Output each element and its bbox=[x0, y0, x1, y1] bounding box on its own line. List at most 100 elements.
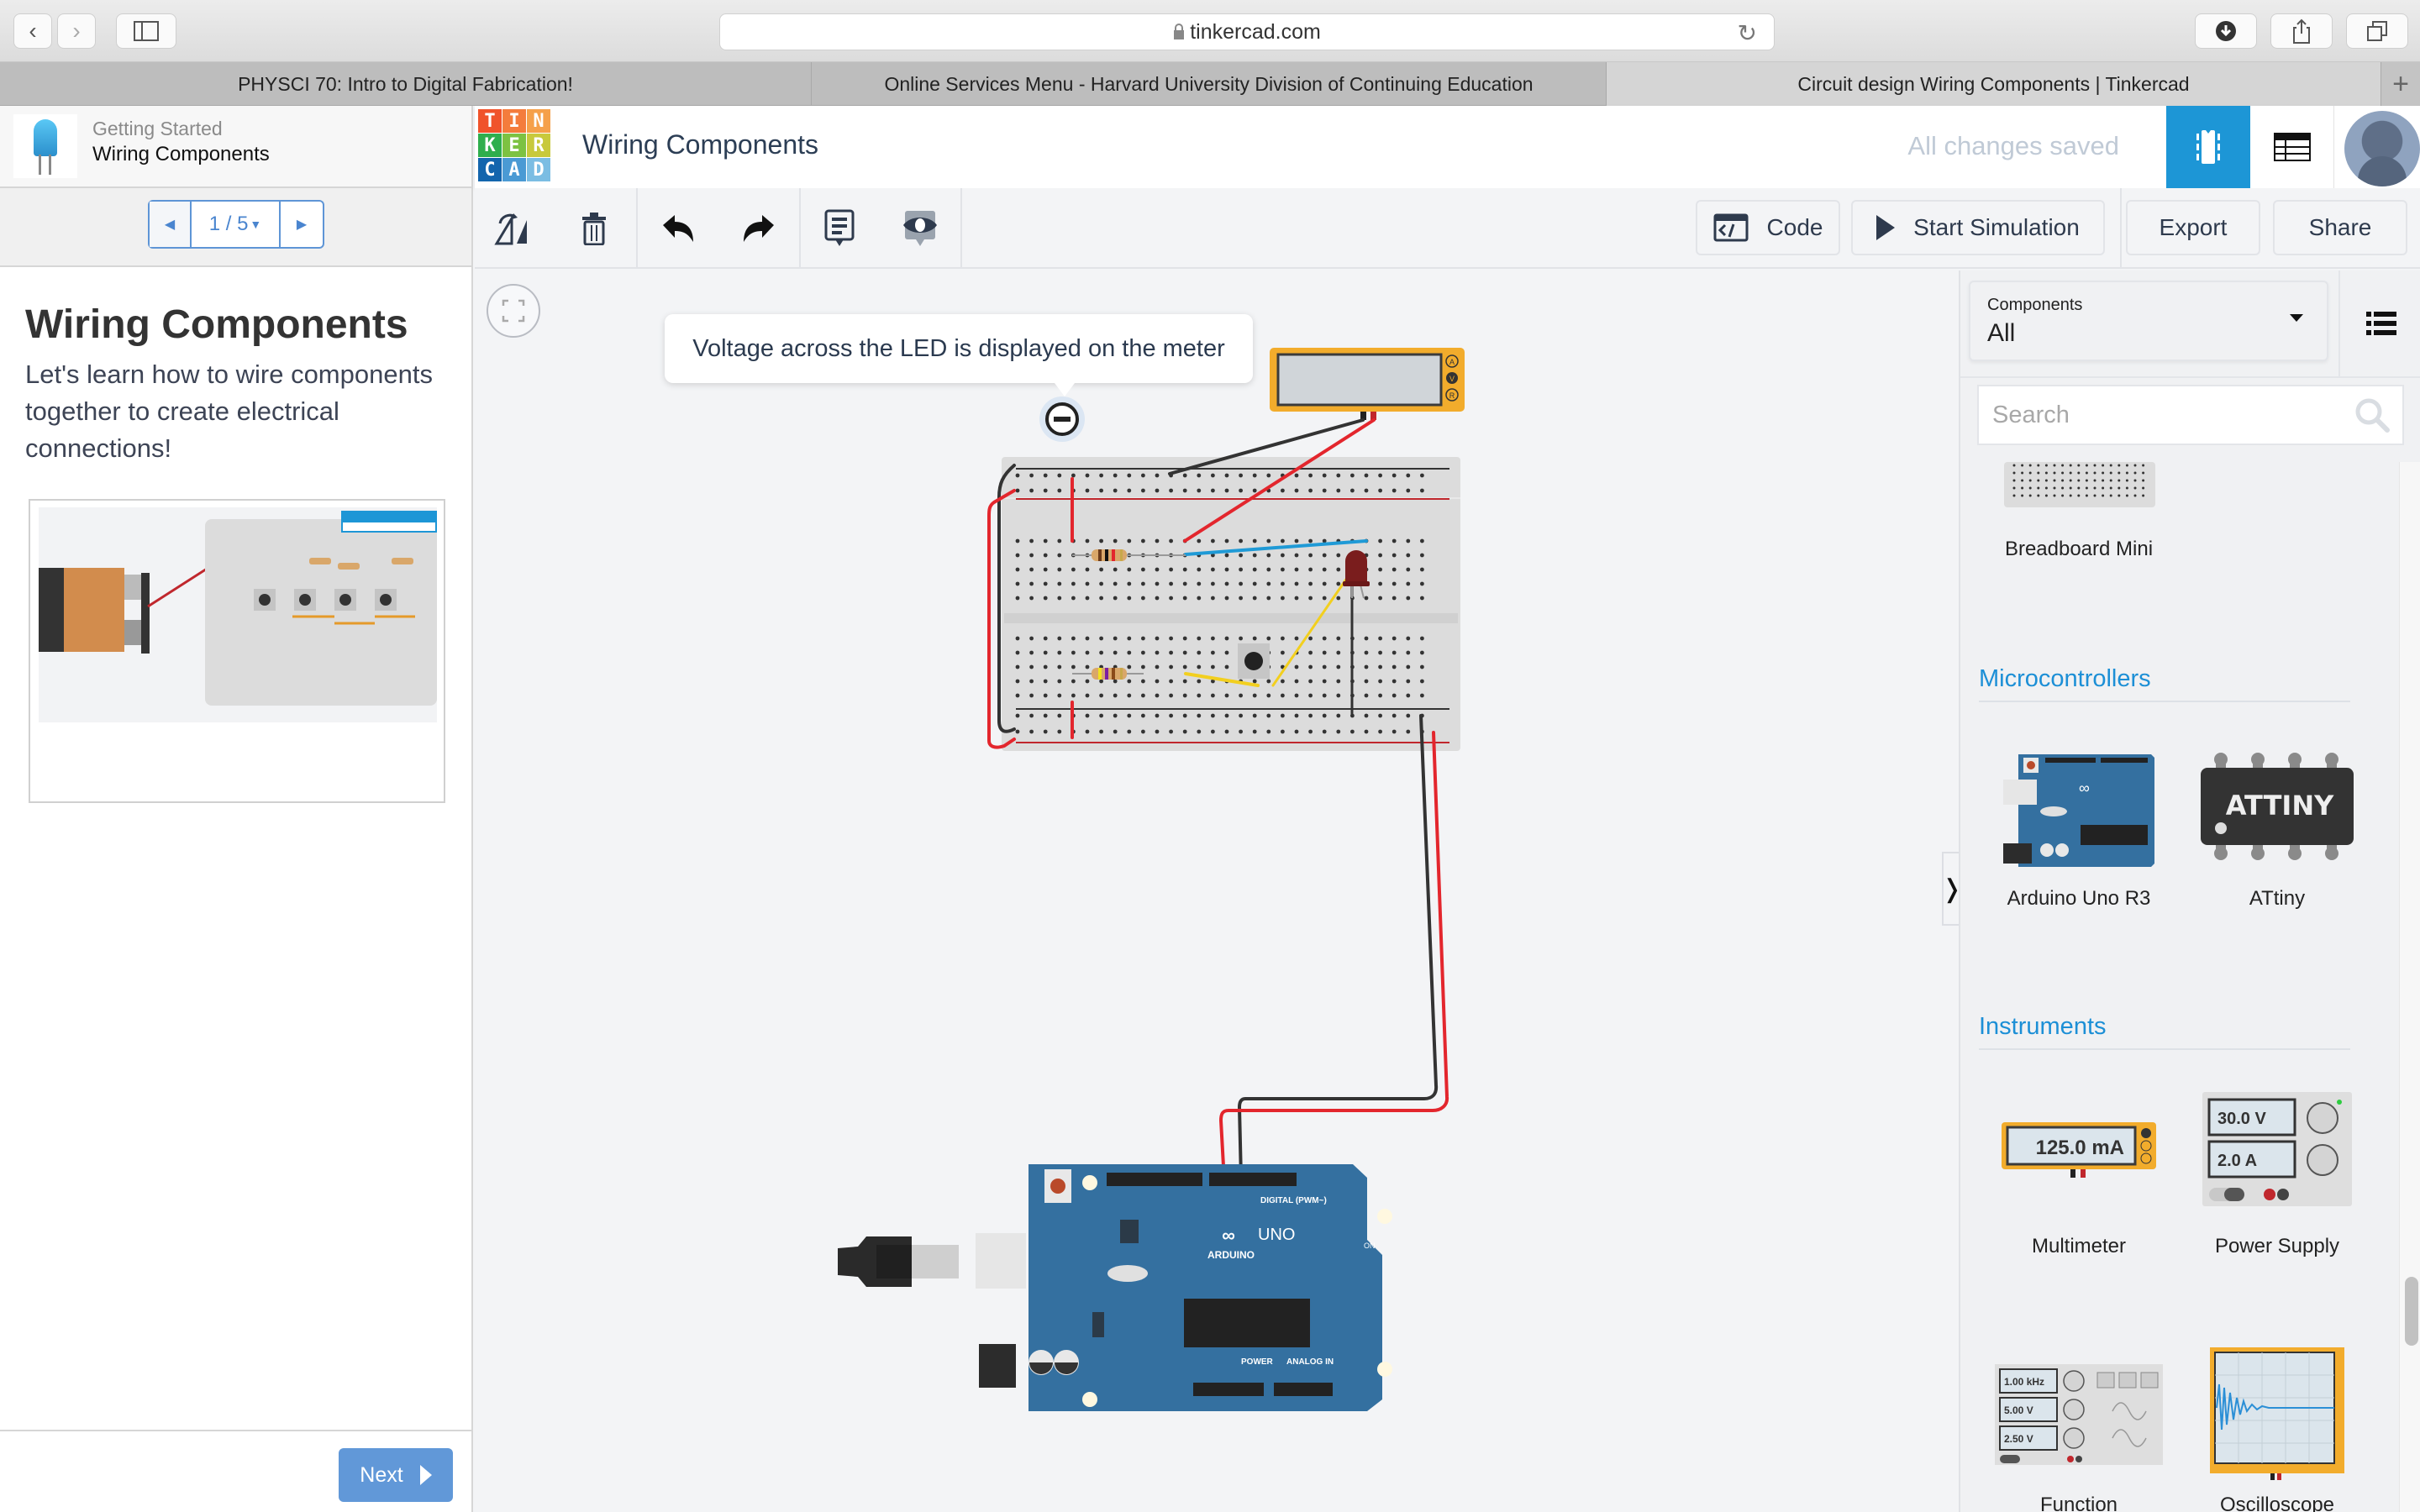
component-arduino-uno[interactable]: ∞ Arduino Uno R3 bbox=[1982, 722, 2175, 910]
step-select[interactable]: 1 / 5 ▼ bbox=[192, 202, 281, 247]
tabs-icon bbox=[2367, 21, 2387, 41]
share-button[interactable]: Share bbox=[2273, 200, 2407, 255]
lesson-heading: Wiring Components bbox=[25, 302, 408, 347]
minus-icon bbox=[1054, 417, 1071, 422]
breadboard[interactable] bbox=[1002, 457, 1460, 751]
panel-scrollbar[interactable] bbox=[2399, 462, 2420, 1512]
export-button[interactable]: Export bbox=[2126, 200, 2260, 255]
component-power-supply[interactable]: 30.0 V 2.0 A Power Supply bbox=[2181, 1070, 2374, 1257]
reload-icon[interactable]: ↻ bbox=[1738, 19, 1757, 47]
arduino-uno-component[interactable]: ∞ ARDUINO UNO DIGITAL (PWM~) POWER ANALO… bbox=[838, 1164, 1392, 1411]
component-search[interactable] bbox=[1977, 385, 2404, 445]
list-view-toggle[interactable] bbox=[2338, 270, 2420, 376]
component-list-view-button[interactable] bbox=[2250, 106, 2334, 188]
components-panel: Components All Breadboard Mini Microcont… bbox=[1959, 270, 2420, 1512]
multimeter-thumb: 125.0 mA bbox=[2002, 1122, 2156, 1178]
component-function-generator[interactable]: 1.00 kHz 5.00 V 2.50 V Function bbox=[1982, 1346, 2175, 1512]
design-title[interactable]: Wiring Components bbox=[582, 129, 818, 160]
led-thumbnail bbox=[13, 114, 77, 178]
battery-breadboard-illustration: /* dots drawn below */ bbox=[39, 511, 437, 706]
next-step-button[interactable]: ▶ bbox=[281, 202, 323, 247]
component-multimeter[interactable]: 125.0 mA Multimeter bbox=[1982, 1070, 2175, 1257]
attiny-chip-text: ATTINY bbox=[2226, 790, 2334, 822]
logo-letter: E bbox=[502, 134, 526, 157]
redo-button[interactable] bbox=[737, 207, 781, 250]
fg-offset: 2.50 V bbox=[2004, 1433, 2033, 1445]
chevron-left-icon: ‹ bbox=[29, 18, 37, 44]
url-text: tinkercad.com bbox=[1190, 19, 1321, 44]
analog-label: ANALOG IN bbox=[1286, 1357, 1334, 1367]
sidebar-toggle-button[interactable] bbox=[116, 13, 176, 49]
chip-icon bbox=[2196, 130, 2220, 164]
rotate-icon bbox=[494, 213, 527, 245]
caret-right-icon bbox=[419, 1465, 432, 1485]
circuit-view-button[interactable] bbox=[2166, 106, 2250, 188]
section-instruments: Instruments bbox=[1979, 1013, 2107, 1040]
sidebar-icon bbox=[134, 21, 159, 41]
browser-tab[interactable]: Online Services Menu - Harvard Universit… bbox=[812, 62, 1607, 106]
fg-amplitude: 5.00 V bbox=[2004, 1404, 2033, 1416]
function-generator-thumb: 1.00 kHz 5.00 V 2.50 V bbox=[1995, 1364, 2163, 1465]
caret-right-icon: ▶ bbox=[296, 218, 308, 232]
lesson-text: Let's learn how to wire components toget… bbox=[25, 360, 433, 463]
component-attiny[interactable]: ATTINY ATtiny bbox=[2181, 722, 2374, 910]
tab-label: Online Services Menu - Harvard Universit… bbox=[884, 72, 1534, 95]
tab-label: Circuit design Wiring Components | Tinke… bbox=[1797, 72, 2190, 95]
oscilloscope-thumb bbox=[2210, 1347, 2344, 1480]
eye-note-icon bbox=[903, 211, 937, 246]
downloads-button[interactable] bbox=[2195, 13, 2257, 49]
start-simulation-button[interactable]: Start Simulation bbox=[1851, 200, 2105, 255]
forward-button[interactable]: › bbox=[57, 13, 96, 49]
arduino-brand: ARDUINO bbox=[1207, 1249, 1255, 1261]
prev-step-button[interactable]: ◀ bbox=[150, 202, 192, 247]
share-page-button[interactable] bbox=[2270, 13, 2333, 49]
breadboard-mini-thumb bbox=[2004, 462, 2155, 507]
notes-button[interactable] bbox=[818, 207, 861, 250]
power-label: POWER bbox=[1241, 1357, 1274, 1367]
attiny-thumb: ATTINY bbox=[2201, 753, 2354, 860]
multimeter-component[interactable]: A V R bbox=[1270, 348, 1465, 420]
logo-letter: N bbox=[527, 109, 550, 133]
mode-r[interactable]: R bbox=[1449, 391, 1455, 400]
address-bar[interactable]: tinkercad.com ↻ bbox=[719, 13, 1775, 50]
redo-icon bbox=[744, 215, 774, 242]
undo-icon bbox=[663, 215, 693, 242]
tinkercad-logo[interactable]: TIN KER CAD bbox=[478, 109, 550, 181]
toggle-notes-button[interactable] bbox=[898, 207, 942, 250]
tooltip-anchor-marker[interactable] bbox=[1039, 396, 1085, 442]
scrollbar-thumb[interactable] bbox=[2405, 1277, 2418, 1346]
mode-a[interactable]: A bbox=[1449, 358, 1455, 366]
svg-text:∞: ∞ bbox=[2079, 780, 2090, 796]
collapse-panel-button[interactable]: ❭ bbox=[1941, 852, 1959, 926]
trash-icon bbox=[582, 213, 606, 245]
search-input[interactable] bbox=[1992, 401, 2345, 429]
select-label: Components bbox=[1987, 296, 2083, 314]
component-breadboard-mini[interactable]: Breadboard Mini bbox=[1982, 462, 2175, 571]
browser-tab[interactable]: PHYSCI 70: Intro to Digital Fabrication! bbox=[0, 62, 812, 106]
ps-current: 2.0 A bbox=[2217, 1152, 2257, 1170]
user-avatar[interactable] bbox=[2344, 111, 2420, 186]
next-button[interactable]: Next bbox=[339, 1448, 453, 1502]
lock-icon bbox=[1174, 24, 1185, 39]
browser-tab-active[interactable]: Circuit design Wiring Components | Tinke… bbox=[1607, 62, 2381, 106]
chevron-right-icon: ❭ bbox=[1941, 874, 1959, 904]
new-tab-button[interactable]: + bbox=[2381, 62, 2420, 106]
lesson-name: Wiring Components bbox=[92, 143, 270, 165]
tabs-overview-button[interactable] bbox=[2346, 13, 2408, 49]
export-label: Export bbox=[2159, 214, 2228, 240]
svg-text:∞: ∞ bbox=[1222, 1225, 1235, 1246]
rotate-button[interactable] bbox=[492, 207, 535, 250]
component-oscilloscope[interactable]: Oscilloscope bbox=[2181, 1346, 2374, 1512]
tab-label: PHYSCI 70: Intro to Digital Fabrication! bbox=[238, 72, 573, 95]
delete-button[interactable] bbox=[572, 207, 616, 250]
pushbutton-component[interactable] bbox=[1238, 643, 1270, 679]
ps-voltage: 30.0 V bbox=[2217, 1110, 2266, 1128]
back-button[interactable]: ‹ bbox=[13, 13, 52, 49]
code-button[interactable]: Code bbox=[1696, 200, 1840, 255]
table-icon bbox=[2273, 133, 2311, 161]
code-label: Code bbox=[1766, 214, 1823, 240]
circuit-canvas[interactable]: A V R ∞ ARDUINO UNO DIGITAL (PWM~) POWER… bbox=[475, 270, 1959, 1512]
mode-v[interactable]: V bbox=[1449, 375, 1455, 383]
undo-button[interactable] bbox=[656, 207, 700, 250]
components-filter-select[interactable]: Components All bbox=[1969, 281, 2328, 361]
